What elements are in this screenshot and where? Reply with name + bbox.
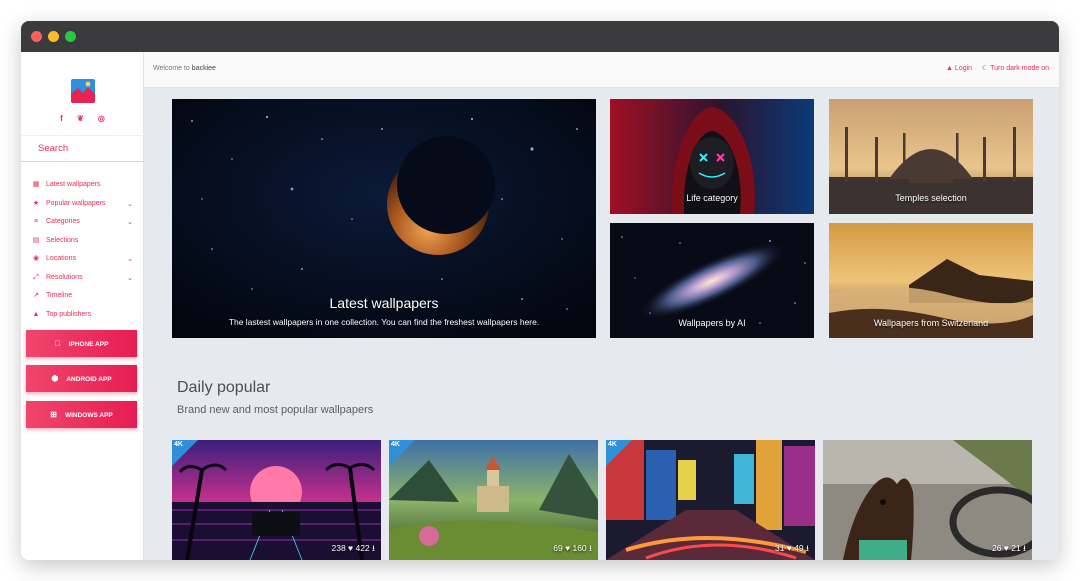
sidebar-item-top-publishers[interactable]: ▲ Top publishers	[21, 306, 144, 325]
tile-temples-selection[interactable]: Temples selection	[829, 99, 1033, 214]
wallpaper-thumb[interactable]: 4K 31 ♥ 49 ⭳	[606, 440, 815, 560]
wallpaper-thumb[interactable]: 4K 238 ♥ 422 ⭳	[172, 440, 381, 560]
thumb-stats: 31 ♥ 49 ⭳	[774, 543, 809, 553]
tile-caption: Wallpapers by AI	[678, 318, 746, 328]
sidebar-item-resolutions[interactable]: ⤢ Resolutions ⌄	[21, 269, 144, 288]
sidebar-item-label: Timeline	[46, 292, 73, 299]
hero-title: Latest wallpapers	[329, 295, 439, 311]
sidebar-item-label: Top publishers	[46, 310, 92, 318]
sidebar-item-label: Locations	[46, 255, 76, 262]
crop-icon: ⤢	[33, 273, 39, 281]
user-icon: ▲	[32, 310, 40, 318]
sidebar-item-latest-wallpapers[interactable]: ▦ Latest wallpapers	[21, 176, 144, 195]
welcome-prefix: Welcome to	[153, 65, 190, 72]
android-app-button[interactable]: ⬢ ANDROID APP	[26, 365, 137, 392]
hero-latest-wallpapers[interactable]: Latest wallpapers The lastest wallpapers…	[172, 99, 596, 338]
wallpaper-thumb[interactable]: 4K 69 ♥ 160 ⭳	[389, 440, 598, 560]
dark-mode-toggle[interactable]: ☾ Turn dark mode on	[982, 65, 1049, 72]
sidebar-item-popular-wallpapers[interactable]: ★ Popular wallpapers ⌄	[21, 195, 144, 214]
sidebar-item-timeline[interactable]: ↗ Timeline	[21, 287, 144, 306]
thumb-image	[606, 440, 815, 560]
site-logo[interactable]	[71, 79, 95, 103]
sidebar-item-label: Popular wallpapers	[46, 199, 106, 207]
welcome-text: Welcome to backiee	[153, 52, 216, 86]
tile-wallpapers-from-switzerland[interactable]: Wallpapers from Switzerland	[829, 223, 1033, 338]
sidebar-item-locations[interactable]: ◉ Locations ⌄	[21, 250, 144, 269]
tile-caption: Life category	[686, 193, 738, 203]
chevron-down-icon: ⌄	[127, 219, 133, 226]
android-icon: ⬢	[51, 374, 59, 383]
thumb-image	[823, 440, 1032, 560]
social-links: f ❦ ◎	[21, 114, 144, 123]
tile-caption: Wallpapers from Switzerland	[873, 318, 989, 328]
sidebar-item-label: Selections	[46, 236, 79, 244]
star-icon: ★	[32, 199, 40, 207]
browser-window: f ❦ ◎ Search ▦ Latest wallpapers ★ Popul…	[21, 21, 1059, 560]
globe-icon: ◉	[32, 255, 40, 262]
search-input[interactable]: Search	[21, 135, 144, 162]
section-title: Daily popular	[177, 379, 271, 396]
tile-caption: Temples selection	[895, 193, 967, 203]
chevron-down-icon: ⌄	[127, 274, 133, 282]
thumb-stats: 26 ♥ 21 ⭳	[991, 543, 1026, 553]
twitter-icon[interactable]: ❦	[77, 114, 84, 123]
badge-4k: 4K	[174, 441, 183, 448]
sidebar: f ❦ ◎ Search ▦ Latest wallpapers ★ Popul…	[21, 52, 144, 560]
wallpaper-thumb[interactable]: 26 ♥ 21 ⭳	[823, 440, 1032, 560]
login-link[interactable]: ▲ Login	[946, 65, 972, 72]
image-icon: ▤	[32, 236, 40, 244]
calendar-icon: ▦	[32, 181, 40, 188]
brand-name[interactable]: backiee	[192, 65, 216, 72]
thumb-stats: 238 ♥ 422 ⭳	[331, 543, 375, 553]
section-subtitle: Brand new and most popular wallpapers	[177, 404, 374, 416]
chevron-down-icon: ⌄	[127, 256, 133, 263]
top-actions: ▲ Login ☾ Turn dark mode on	[938, 52, 1049, 86]
windows-icon: ⊞	[50, 410, 57, 419]
apple-icon: 	[55, 330, 61, 357]
sidebar-nav: ▦ Latest wallpapers ★ Popular wallpapers…	[21, 176, 144, 324]
app-button-label: WINDOWS APP	[64, 412, 113, 419]
app-button-label: IPHONE APP	[65, 340, 109, 348]
chevron-down-icon: ⌄	[127, 200, 133, 208]
thumb-stats: 69 ♥ 160 ⭳	[553, 543, 592, 553]
app-button-label: ANDROID APP	[66, 376, 112, 383]
sidebar-item-label: Latest wallpapers	[46, 181, 101, 188]
badge-4k: 4K	[391, 441, 400, 448]
iphone-app-button[interactable]:  IPHONE APP	[26, 330, 137, 357]
windows-app-button[interactable]: ⊞ WINDOWS APP	[26, 401, 137, 428]
tile-wallpapers-by-ai[interactable]: Wallpapers by AI	[610, 223, 814, 338]
sidebar-item-categories[interactable]: ≡ Categories ⌄	[21, 213, 144, 232]
sidebar-item-label: Categories	[46, 218, 80, 225]
badge-4k: 4K	[608, 441, 617, 448]
window-titlebar	[21, 21, 1059, 52]
top-bar: Welcome to backiee ▲ Login ☾ Turn dark m…	[144, 52, 1059, 88]
instagram-icon[interactable]: ◎	[98, 114, 105, 123]
hero-subtitle: The lastest wallpapers in one collection…	[228, 317, 540, 327]
list-icon: ≡	[33, 218, 39, 225]
minimize-window-button[interactable]	[48, 31, 59, 42]
sidebar-item-selections[interactable]: ▤ Selections	[21, 232, 144, 251]
close-window-button[interactable]	[31, 31, 42, 42]
tile-life-category[interactable]: Life category	[610, 99, 814, 214]
facebook-icon[interactable]: f	[60, 114, 63, 123]
sidebar-item-label: Resolutions	[46, 273, 83, 281]
thumb-image	[172, 440, 381, 560]
chart-icon: ↗	[33, 292, 39, 299]
thumb-image	[389, 440, 598, 560]
maximize-window-button[interactable]	[65, 31, 76, 42]
